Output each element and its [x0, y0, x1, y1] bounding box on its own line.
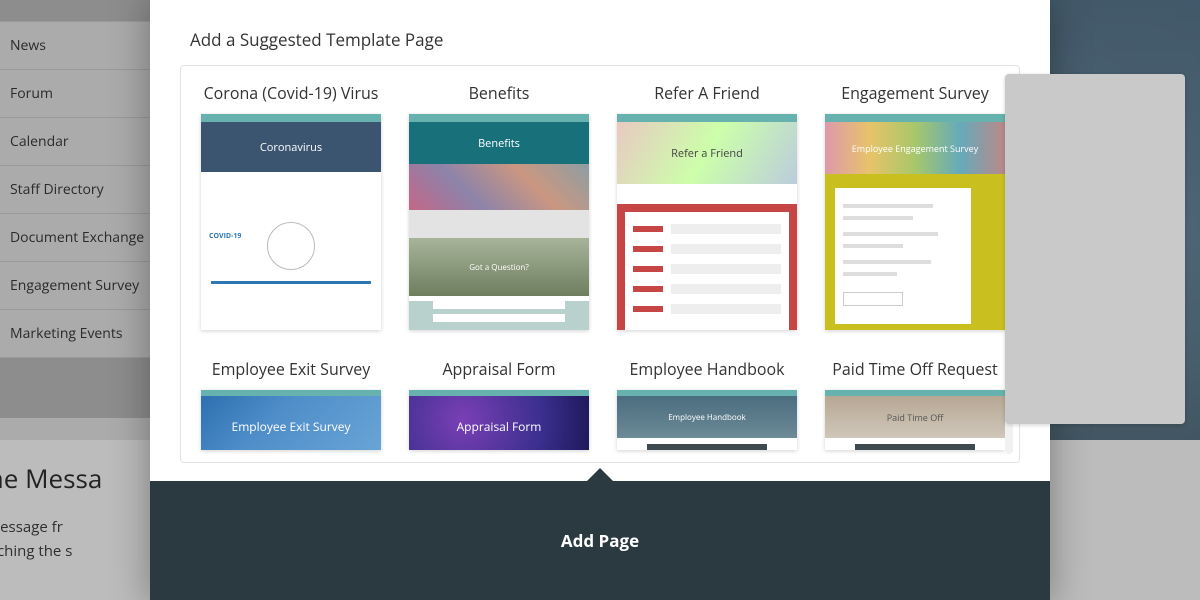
template-title: Refer A Friend	[654, 82, 760, 104]
template-thumbnail: Employee Handbook	[617, 390, 797, 450]
template-engagement-survey[interactable]: Engagement Survey Employee Engagement Su…	[825, 82, 1005, 330]
template-title: Employee Handbook	[629, 358, 784, 380]
template-title: Corona (Covid-19) Virus	[204, 82, 379, 104]
template-thumbnail: Employee Exit Survey	[201, 390, 381, 450]
template-thumbnail: Benefits Got a Question?	[409, 114, 589, 330]
template-title: Benefits	[469, 82, 530, 104]
template-refer-friend[interactable]: Refer A Friend Refer a Friend	[617, 82, 797, 330]
template-title: Employee Exit Survey	[212, 358, 371, 380]
template-thumbnail: Refer a Friend	[617, 114, 797, 330]
section-label: Add a Suggested Template Page	[150, 0, 1050, 65]
template-thumbnail: Employee Engagement Survey	[825, 114, 1005, 330]
template-pto-request[interactable]: Paid Time Off Request Paid Time Off	[825, 358, 1005, 450]
add-page-label: Add Page	[561, 529, 639, 552]
template-gallery: Corona (Covid-19) Virus Coronavirus COVI…	[180, 65, 1020, 463]
template-exit-survey[interactable]: Employee Exit Survey Employee Exit Surve…	[201, 358, 381, 450]
template-title: Engagement Survey	[841, 82, 989, 104]
template-appraisal-form[interactable]: Appraisal Form Appraisal Form	[409, 358, 589, 450]
template-thumbnail: Coronavirus COVID-19	[201, 114, 381, 330]
scrollbar-thumb[interactable]	[1005, 74, 1185, 424]
template-employee-handbook[interactable]: Employee Handbook Employee Handbook	[617, 358, 797, 450]
template-title: Paid Time Off Request	[832, 358, 997, 380]
template-benefits[interactable]: Benefits Benefits Got a Question?	[409, 82, 589, 330]
template-title: Appraisal Form	[442, 358, 555, 380]
gallery-scrollbar[interactable]	[1005, 74, 1013, 454]
add-page-modal: Add a Suggested Template Page Corona (Co…	[150, 0, 1050, 600]
template-thumbnail: Appraisal Form	[409, 390, 589, 450]
add-page-button[interactable]: Add Page	[150, 481, 1050, 600]
template-corona[interactable]: Corona (Covid-19) Virus Coronavirus COVI…	[201, 82, 381, 330]
template-thumbnail: Paid Time Off	[825, 390, 1005, 450]
